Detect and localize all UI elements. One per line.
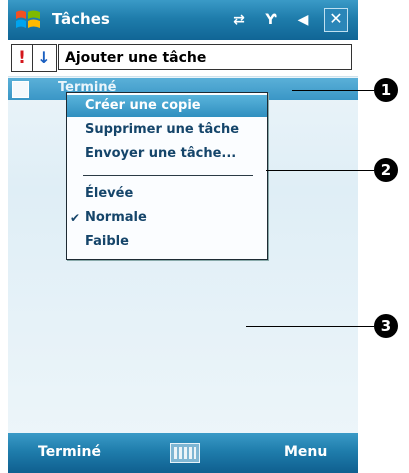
menu-bar: Terminé Menu	[8, 433, 358, 473]
task-entry-bar: ! ↓ Ajouter une tâche	[8, 40, 358, 77]
callout-line-1	[292, 90, 374, 91]
volume-icon[interactable]: ◀	[292, 9, 314, 31]
add-task-input[interactable]: Ajouter une tâche	[58, 44, 352, 70]
callout-line-3	[246, 326, 374, 327]
menu-item-priority-normal[interactable]: ✔ Normale	[67, 207, 267, 229]
title-bar: Tâches ⇄ Ƴ ◀ ✕	[8, 0, 358, 40]
device-screen: Tâches ⇄ Ƴ ◀ ✕ ! ↓ Ajouter une tâche Ter…	[8, 0, 358, 473]
app-title: Tâches	[52, 10, 110, 28]
callout-line-2	[266, 170, 374, 171]
sort-arrow-icon[interactable]: ↓	[33, 45, 55, 71]
context-menu: Créer une copie Supprimer une tâche Envo…	[66, 92, 268, 260]
windows-start-icon[interactable]	[14, 7, 42, 33]
connectivity-icon[interactable]: ⇄	[228, 9, 250, 31]
callout-2: 2	[374, 158, 398, 182]
task-checkbox[interactable]	[12, 81, 29, 98]
callout-1: 1	[374, 78, 398, 102]
menu-softkey[interactable]: Menu	[284, 444, 327, 460]
done-softkey[interactable]: Terminé	[38, 444, 101, 460]
menu-item-label: Normale	[85, 210, 147, 225]
priority-high-icon[interactable]: !	[12, 45, 33, 71]
menu-separator	[83, 175, 253, 176]
keyboard-keys	[174, 447, 196, 459]
menu-item-delete-task[interactable]: Supprimer une tâche	[67, 119, 267, 141]
callout-3: 3	[374, 314, 398, 338]
menu-item-priority-high[interactable]: Élevée	[67, 183, 267, 205]
menu-item-send-task[interactable]: Envoyer une tâche...	[67, 143, 267, 165]
keyboard-icon[interactable]	[170, 443, 200, 463]
close-button[interactable]: ✕	[324, 8, 348, 32]
menu-item-create-copy[interactable]: Créer une copie	[67, 95, 267, 117]
priority-sort-box: ! ↓	[11, 44, 57, 72]
status-icons: ⇄ Ƴ ◀ ✕	[228, 8, 348, 32]
checkmark-icon: ✔	[70, 211, 81, 225]
menu-item-priority-low[interactable]: Faible	[67, 231, 267, 253]
signal-icon[interactable]: Ƴ	[260, 9, 282, 31]
